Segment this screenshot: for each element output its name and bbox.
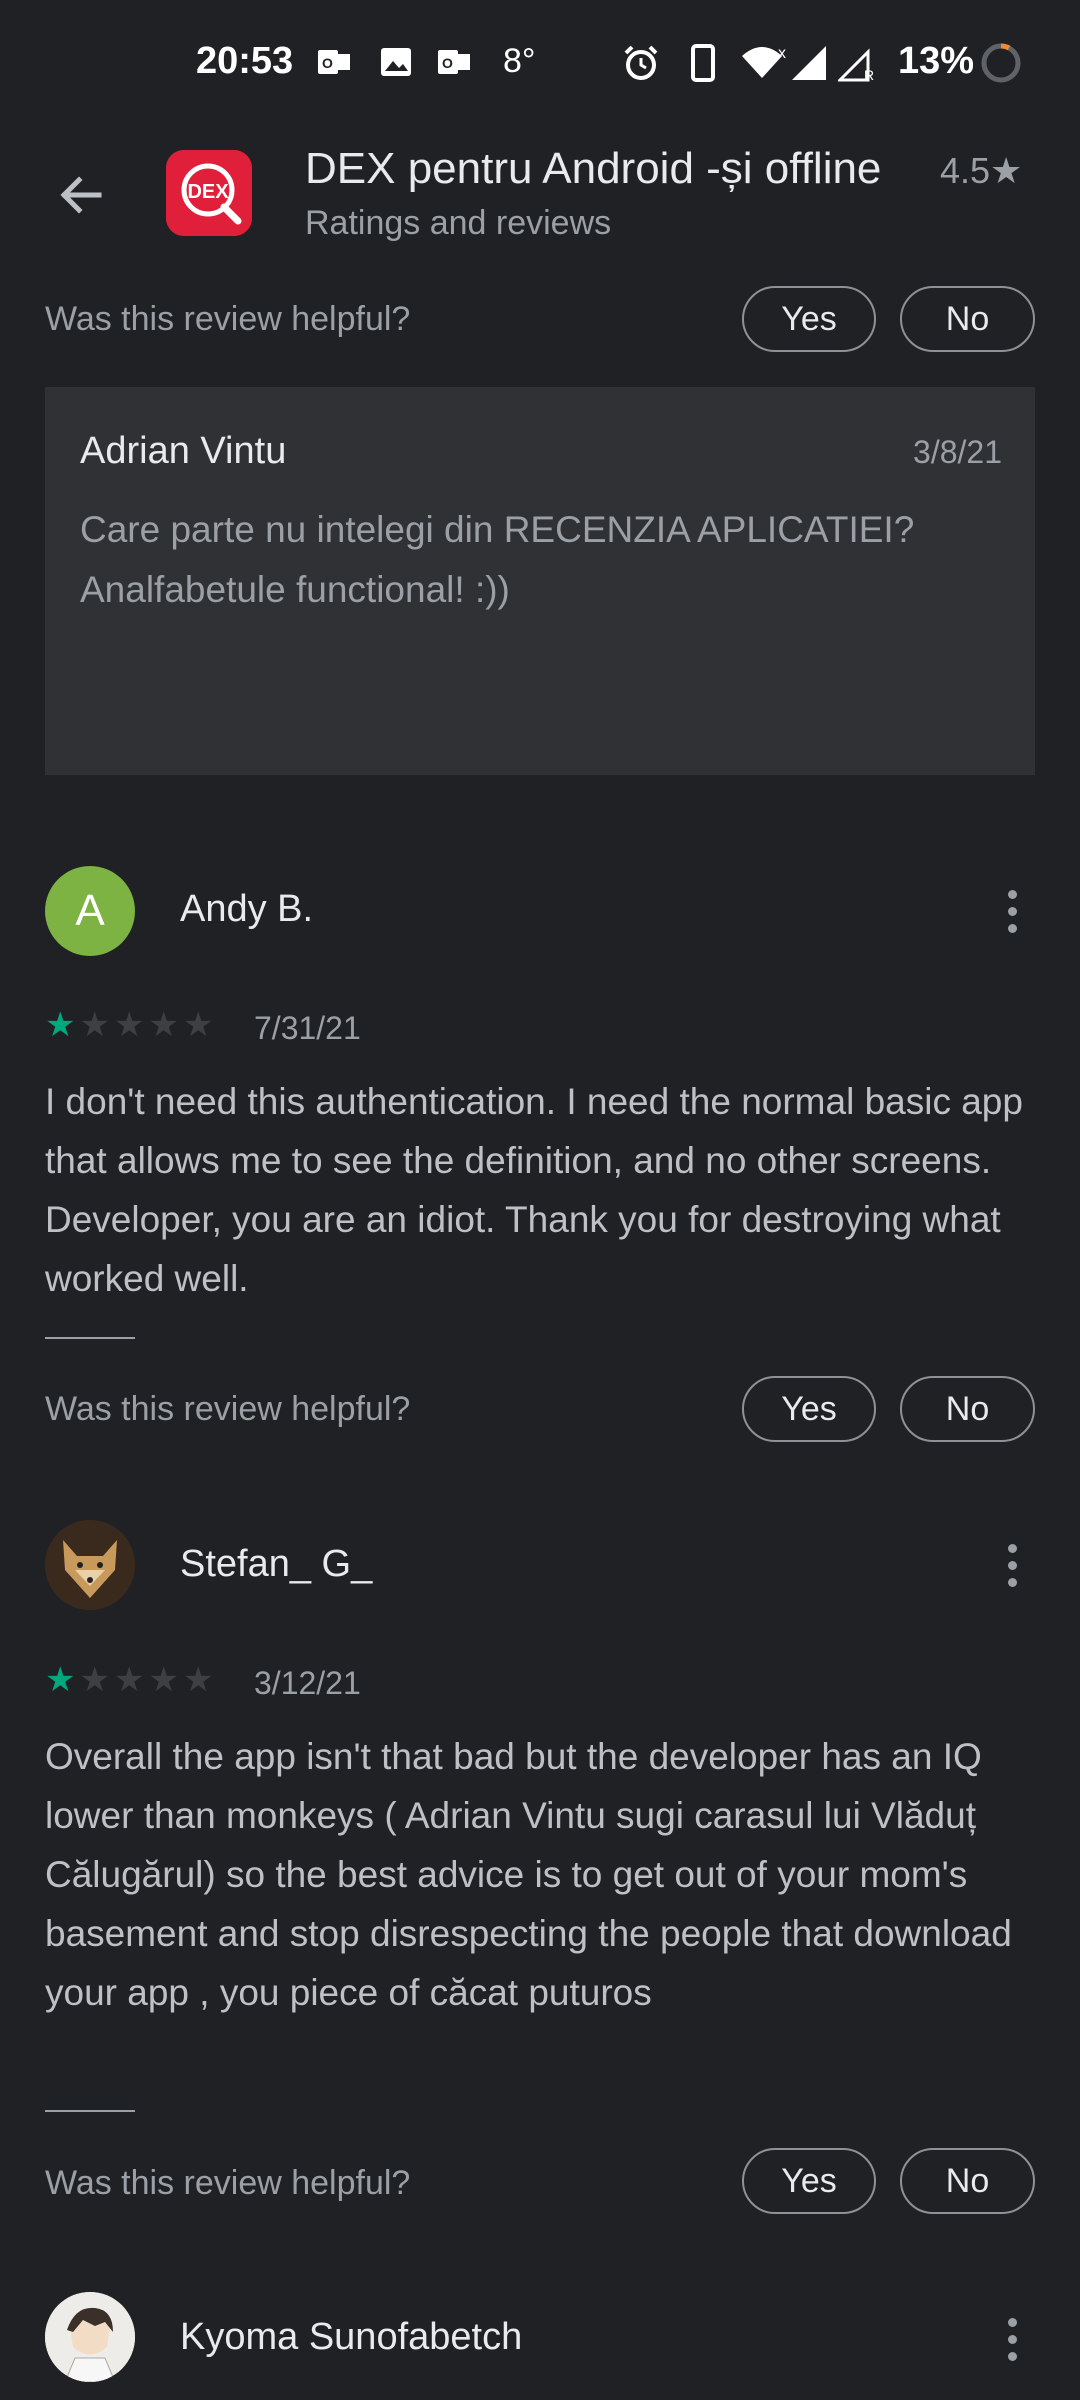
phone-icon [688, 44, 724, 82]
avatar: A [45, 866, 135, 956]
reviewer-name: Kyoma Sunofabetch [180, 2316, 523, 2358]
star-icon: ★ [148, 1661, 179, 1699]
app-title: DEX pentru Android -și offline [305, 144, 882, 193]
battery-percentage: 13% [898, 40, 975, 82]
review-date: 3/12/21 [254, 1665, 361, 1701]
outlook-notification-icon: O [316, 44, 352, 80]
helpful-no-button[interactable]: No [900, 2148, 1035, 2214]
star-icon: ★ [113, 1006, 145, 1044]
wifi-icon: x [740, 44, 790, 80]
helpful-yes-button[interactable]: Yes [742, 286, 876, 352]
star-rating: ★ ★ ★ ★ ★ [45, 1008, 213, 1042]
avatar [45, 2292, 135, 2382]
star-icon: ★ [182, 1006, 214, 1044]
signal-icon [790, 44, 830, 80]
star-icon: ★ [148, 1006, 179, 1044]
app-icon[interactable]: DEX [166, 150, 252, 236]
helpful-question: Was this review helpful? [45, 1390, 411, 1428]
battery-icon [980, 42, 1022, 84]
star-icon: ★ [45, 1006, 76, 1044]
status-bar: 20:53 O O 8° x R 13% [0, 0, 1080, 130]
outlook-notification-icon: O [436, 44, 472, 80]
helpful-no-button[interactable]: No [900, 1376, 1035, 1442]
svg-text:DEX: DEX [187, 181, 229, 203]
arrow-back-icon [60, 176, 102, 214]
signal-roaming-icon: R [836, 44, 878, 83]
more-vert-icon [1007, 889, 1017, 899]
app-rating: 4.5★ [940, 150, 1023, 191]
developer-reply-text: Care parte nu intelegi din RECENZIA APLI… [80, 509, 915, 610]
helpful-question: Was this review helpful? [45, 300, 411, 338]
avatar-letter: A [75, 886, 105, 935]
svg-text:O: O [322, 55, 333, 71]
star-icon: ★ [45, 1661, 76, 1699]
wolf-avatar-icon [45, 1520, 135, 1610]
svg-text:R: R [864, 67, 874, 82]
image-notification-icon [378, 44, 414, 80]
temperature-indicator: 8° [503, 42, 536, 80]
svg-text:O: O [442, 55, 453, 71]
divider [45, 1337, 135, 1339]
star-icon: ★ [182, 1661, 214, 1699]
more-vert-icon [1007, 1543, 1017, 1553]
more-options-button[interactable] [992, 1530, 1032, 1600]
helpful-no-button[interactable]: No [900, 286, 1035, 352]
avatar [45, 1520, 135, 1610]
developer-reply-date: 3/8/21 [913, 434, 1002, 470]
dex-logo-icon: DEX [166, 150, 252, 236]
more-options-button[interactable] [992, 2304, 1032, 2374]
star-icon: ★ [113, 1661, 145, 1699]
review-text: I don't need this authentication. I need… [45, 1081, 1023, 1299]
more-vert-icon [1007, 2317, 1017, 2327]
svg-text:x: x [778, 45, 786, 62]
reviewer-name: Andy B. [180, 888, 314, 930]
anime-avatar-icon [45, 2292, 135, 2382]
star-icon: ★ [79, 1006, 110, 1044]
helpful-yes-button[interactable]: Yes [742, 1376, 876, 1442]
status-time: 20:53 [196, 40, 294, 82]
divider [45, 2110, 135, 2112]
reviewer-name: Stefan_ G_ [180, 1543, 373, 1585]
helpful-question: Was this review helpful? [45, 2164, 411, 2202]
developer-name: Adrian Vintu [80, 430, 287, 472]
star-rating: ★ ★ ★ ★ ★ [45, 1663, 213, 1697]
more-options-button[interactable] [992, 876, 1032, 946]
star-icon: ★ [79, 1661, 110, 1699]
review-text: Overall the app isn't that bad but the d… [45, 1736, 1012, 2013]
review-date: 7/31/21 [254, 1010, 361, 1046]
alarm-icon [622, 44, 658, 80]
back-button[interactable] [40, 155, 120, 235]
helpful-yes-button[interactable]: Yes [742, 2148, 876, 2214]
page-subtitle: Ratings and reviews [305, 204, 612, 242]
